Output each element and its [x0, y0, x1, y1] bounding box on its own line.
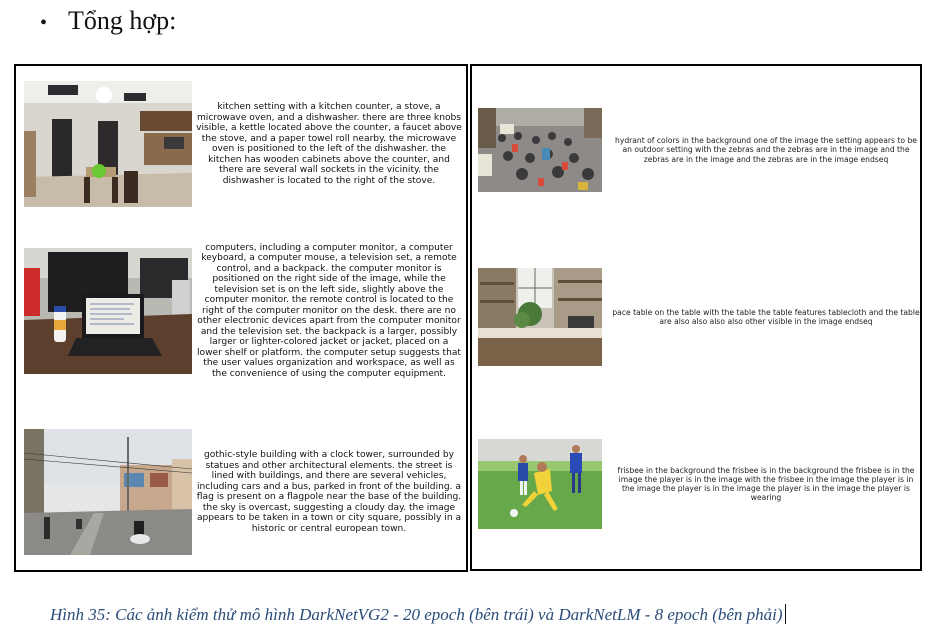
result-caption: kitchen setting with a kitchen counter, … — [196, 102, 462, 186]
football-photo — [478, 439, 602, 529]
result-entry: gothic-style building with a clock tower… — [24, 428, 464, 556]
heading-text: Tổng hợp: — [68, 6, 177, 35]
result-caption: frisbee in the background the frisbee is… — [617, 465, 915, 503]
result-caption: pace table on the table with the table t… — [612, 307, 920, 326]
right-results-panel: hydrant of colors in the background one … — [470, 64, 922, 571]
laptop-desk-photo — [24, 248, 192, 374]
bullet: • — [40, 12, 48, 34]
traffic-photo — [478, 108, 602, 192]
result-entry: frisbee in the background the frisbee is… — [478, 438, 922, 530]
result-entry: pace table on the table with the table t… — [478, 267, 922, 367]
result-caption: computers, including a computer monitor,… — [196, 242, 461, 379]
street-photo — [24, 429, 192, 555]
result-caption: gothic-style building with a clock tower… — [196, 450, 462, 534]
result-caption: hydrant of colors in the background one … — [615, 136, 917, 164]
kitchen-photo — [24, 81, 192, 207]
figure-caption: Hình 35: Các ảnh kiểm thử mô hình DarkNe… — [50, 603, 920, 627]
result-entry: computers, including a computer monitor,… — [24, 240, 464, 382]
result-entry: kitchen setting with a kitchen counter, … — [24, 80, 464, 208]
left-results-panel: kitchen setting with a kitchen counter, … — [14, 64, 468, 572]
section-heading: • Tổng hợp: — [40, 4, 176, 40]
result-entry: hydrant of colors in the background one … — [478, 107, 922, 193]
kitchen-interior-photo — [478, 268, 602, 366]
figure-caption-text: Hình 35: Các ảnh kiểm thử mô hình DarkNe… — [50, 605, 783, 624]
text-cursor — [784, 604, 786, 624]
